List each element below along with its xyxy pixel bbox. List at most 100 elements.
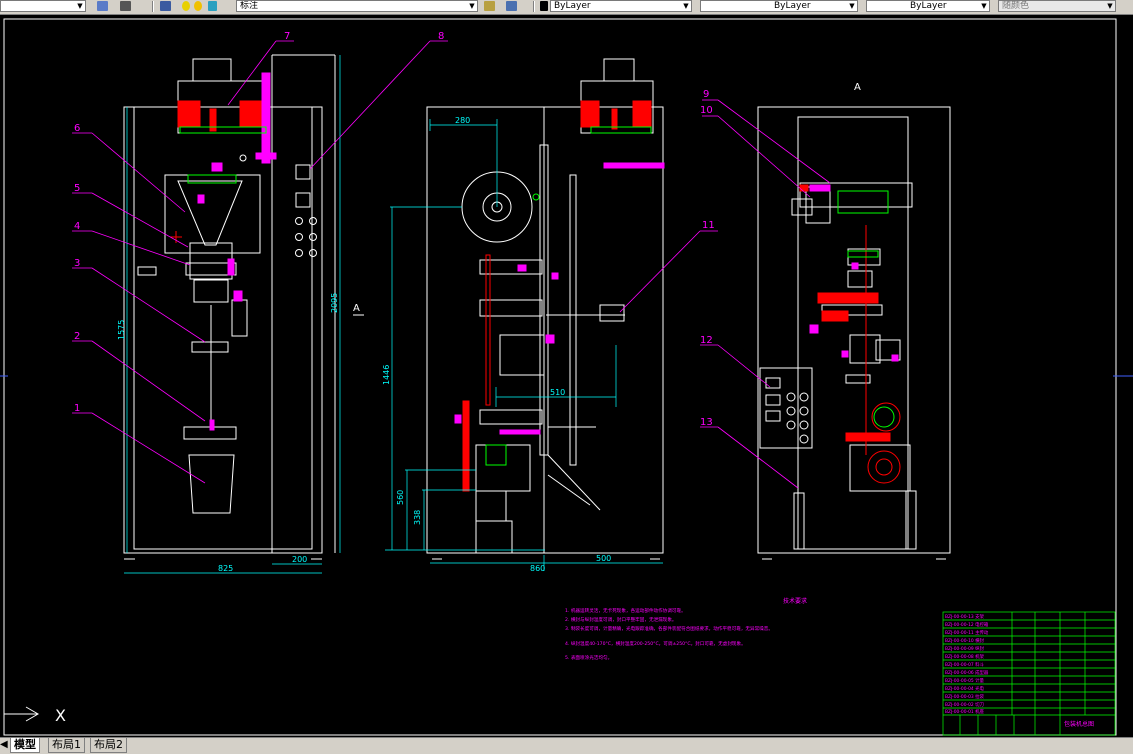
- note-line-1: 1. 机器运转灵活，无卡死现象，各运动部件动作协调可靠。: [565, 607, 686, 614]
- tab-layout2[interactable]: 布局2: [90, 738, 127, 753]
- toolbar-separator: [533, 1, 535, 12]
- notes-title: 技术要求: [783, 597, 807, 605]
- linetype-value: ByLayer: [774, 1, 811, 11]
- section-mark-a: A: [353, 303, 360, 314]
- make-current-icon[interactable]: [484, 1, 495, 11]
- lock-icon[interactable]: [208, 1, 217, 11]
- lineweight-value: ByLayer: [910, 1, 947, 11]
- title-row-11: BZJ-00-00-03 拉袋: [945, 693, 984, 700]
- note-line-4: 4. 纵封温度40-170°C，横封温度200-250°C，可调±250°C。封…: [565, 640, 746, 647]
- dim-side-h2: 560: [396, 490, 405, 505]
- note-line-2: 2. 横封与纵封温度可调，封口平整牢固，无泄漏现象。: [565, 616, 677, 623]
- dim-front-right: 200: [292, 555, 307, 564]
- title-row-1: BZJ-00-00-13 支架: [945, 613, 984, 620]
- color-swatch-icon: [540, 1, 548, 11]
- part-number-6: 6: [74, 123, 80, 134]
- part-number-4: 4: [74, 221, 80, 232]
- dim-front-height-2: 2095: [330, 293, 339, 313]
- layer-previous-icon[interactable]: [120, 1, 131, 11]
- part-number-1: 1: [74, 403, 80, 414]
- side-leaders: [619, 230, 718, 313]
- technical-notes: 1. 机器运转灵活，无卡死现象，各运动部件动作协调可靠。 2. 横封与纵封温度可…: [565, 607, 773, 661]
- linetype-dropdown[interactable]: ByLayer ▼: [700, 0, 858, 12]
- part-number-3: 3: [74, 258, 80, 269]
- tab-scroll-arrow[interactable]: ◀: [0, 738, 8, 752]
- chevron-down-icon: ▼: [77, 2, 83, 10]
- layer-icon[interactable]: [97, 1, 108, 11]
- rear-view-red: [799, 184, 901, 484]
- part-number-7: 7: [284, 31, 290, 42]
- chevron-down-icon: ▼: [1107, 2, 1113, 10]
- dim-side-bottom-right: 500: [596, 554, 611, 563]
- front-dim-labels: 825 200 1575 2095: [117, 293, 339, 573]
- layer-name: 标注: [240, 1, 259, 11]
- layer-manager-icon[interactable]: [160, 1, 171, 11]
- plotstyle-value: 随颜色: [1002, 1, 1030, 11]
- tab-layout2-label: 布局2: [94, 738, 123, 751]
- front-view: [123, 54, 336, 560]
- title-row-5: BZJ-00-00-09 纵封: [945, 645, 984, 652]
- title-row-7: BZJ-00-00-07 料斗: [945, 661, 984, 668]
- properties-toolbar: ▼ 标注 ▼ ByLayer ▼ ByLayer ▼ ByLayer ▼ 随颜色 ▼: [0, 0, 1133, 15]
- chevron-down-icon: ▼: [683, 2, 689, 10]
- rear-leaders: [700, 99, 831, 489]
- part-number-13: 13: [700, 417, 713, 428]
- dim-side-height: 1446: [382, 365, 391, 385]
- part-number-11: 11: [702, 220, 715, 231]
- title-row-8: BZJ-00-00-06 成型器: [945, 669, 989, 676]
- plotstyle-dropdown[interactable]: 随颜色 ▼: [998, 0, 1116, 12]
- color-value: ByLayer: [554, 1, 591, 11]
- lightbulb-icon[interactable]: [182, 1, 190, 11]
- side-view-red: [462, 100, 652, 492]
- chevron-down-icon: ▼: [469, 2, 475, 10]
- dim-side-bottom-left: 860: [530, 564, 545, 573]
- ucs-icon: [4, 706, 39, 722]
- title-row-12: BZJ-00-00-02 切刀: [945, 701, 984, 708]
- part-number-10: 10: [700, 105, 713, 116]
- side-view: [426, 58, 664, 560]
- part-number-5: 5: [74, 183, 80, 194]
- drawing-canvas[interactable]: 825 200 1575 2095 1 2 3 4 5 6 7 8 280 51…: [0, 15, 1133, 737]
- view-a-label: A: [854, 82, 861, 93]
- title-row-10: BZJ-00-00-04 光电: [945, 685, 984, 692]
- title-row-2: BZJ-00-00-12 电控箱: [945, 621, 989, 628]
- tab-layout1[interactable]: 布局1: [48, 738, 85, 753]
- rear-view: [757, 106, 951, 560]
- chevron-down-icon: ▼: [981, 2, 987, 10]
- front-view-red: [170, 100, 263, 243]
- drawing-name: 包装机总图: [1064, 720, 1094, 728]
- title-row-6: BZJ-00-00-08 机架: [945, 653, 984, 660]
- part-number-12: 12: [700, 335, 713, 346]
- chevron-down-icon: ▼: [849, 2, 855, 10]
- dim-front-height-1: 1575: [117, 320, 126, 340]
- title-row-9: BZJ-00-00-05 计量: [945, 677, 984, 684]
- dim-side-h3: 338: [413, 510, 422, 525]
- note-line-3: 3. 制袋长度可调，计量精确，光电跟踪准确，各部件装配符合图纸要求，动作平稳可靠…: [565, 625, 773, 632]
- front-part-numbers: 1 2 3 4 5 6 7 8: [74, 31, 444, 414]
- part-number-8: 8: [438, 31, 444, 42]
- lineweight-dropdown[interactable]: ByLayer ▼: [866, 0, 990, 12]
- side-view-green: [485, 126, 652, 466]
- tab-model-label: 模型: [14, 738, 36, 751]
- color-dropdown[interactable]: ByLayer ▼: [550, 0, 692, 12]
- part-number-9: 9: [703, 89, 709, 100]
- sun-icon[interactable]: [194, 1, 202, 11]
- rear-part-numbers: 9 10 12 13: [700, 89, 713, 428]
- layer-dropdown[interactable]: 标注 ▼: [236, 0, 478, 12]
- tab-model[interactable]: 模型: [10, 738, 40, 753]
- side-dim-labels: 280 510 1446 560 338 860 500: [382, 116, 611, 573]
- ucs-x-label: X: [55, 706, 66, 725]
- title-row-4: BZJ-00-00-10 横封: [945, 637, 984, 644]
- title-row-13: BZJ-00-00-01 机座: [945, 708, 984, 715]
- layer-states-icon[interactable]: [506, 1, 517, 11]
- note-line-5: 5. 表面喷涂光洁均匀。: [565, 654, 612, 661]
- dim-front-width: 825: [218, 564, 233, 573]
- toolbar-separator: [152, 1, 154, 12]
- dim-side-mid: 510: [550, 388, 565, 397]
- title-row-3: BZJ-00-00-11 主传动: [945, 629, 989, 636]
- layer-combo-left[interactable]: ▼: [0, 0, 86, 12]
- dim-side-top: 280: [455, 116, 470, 125]
- part-number-2: 2: [74, 331, 80, 342]
- tab-layout1-label: 布局1: [52, 738, 81, 751]
- layout-tab-bar: ◀ 模型 布局1 布局2: [0, 737, 1133, 754]
